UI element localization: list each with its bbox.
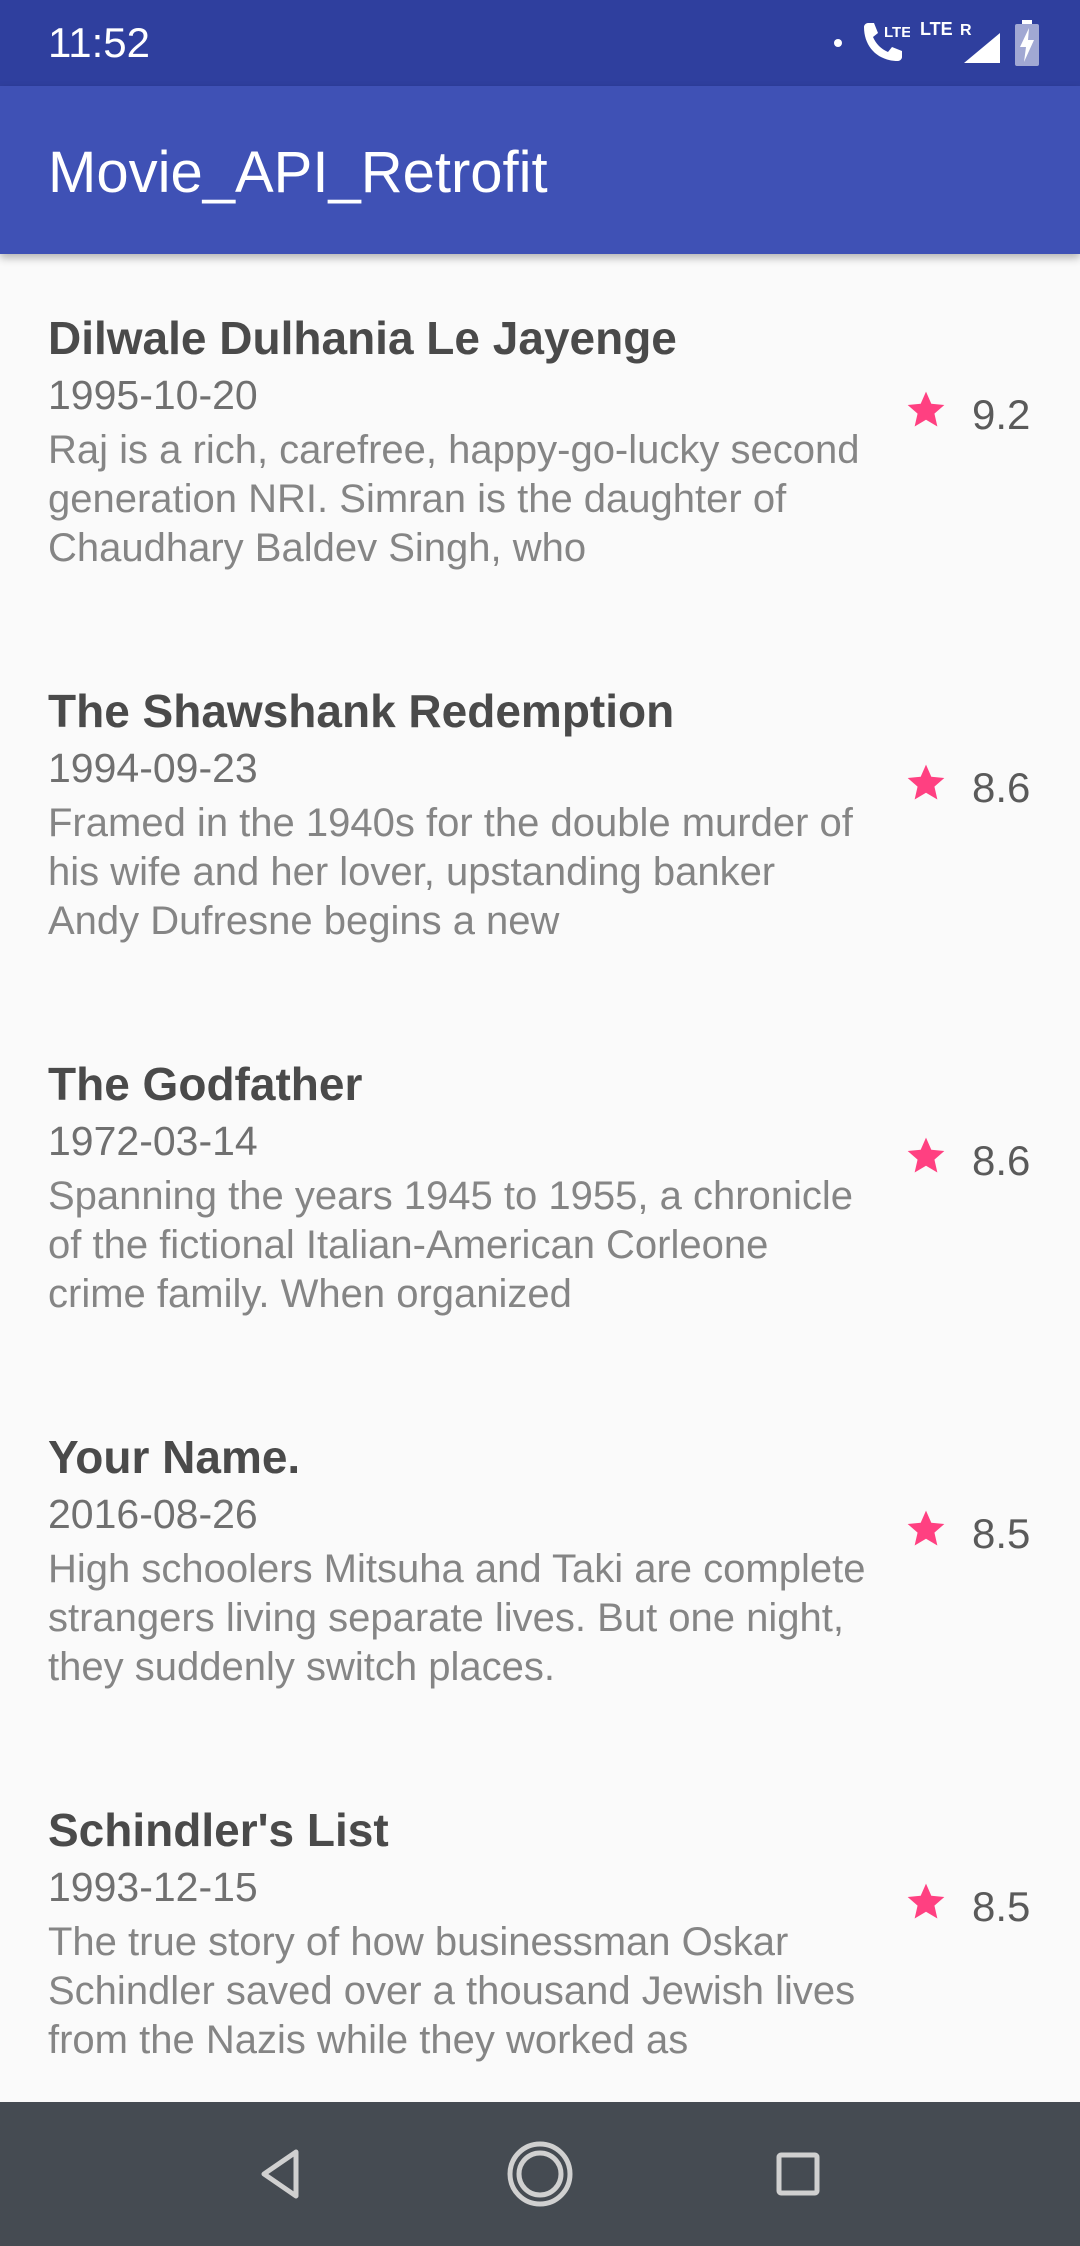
signal-icon: LTE R	[920, 19, 1000, 63]
movie-overview: Framed in the 1940s for the double murde…	[48, 801, 853, 943]
movie-release-date: 2016-08-26	[48, 1491, 258, 1537]
home-icon	[507, 2141, 573, 2207]
movie-title: The Shawshank Redemption	[48, 685, 675, 737]
star-icon	[907, 1883, 945, 1919]
movie-list-item[interactable]: Your Name. 2016-08-26 High schoolers Mit…	[0, 1373, 1080, 1746]
app-title: Movie_API_Retrofit	[48, 140, 548, 205]
movie-rating: 8.6	[972, 1137, 1031, 1184]
star-icon	[907, 1510, 945, 1546]
back-icon	[261, 2149, 299, 2199]
movie-title: Your Name.	[48, 1431, 301, 1483]
movie-rating: 8.5	[972, 1510, 1031, 1557]
app-bar: Movie_API_Retrofit	[0, 86, 1080, 254]
movie-title: Schindler's List	[48, 1804, 389, 1856]
movie-release-date: 1972-03-14	[48, 1118, 258, 1164]
movie-release-date: 1995-10-20	[48, 372, 258, 418]
movie-list[interactable]: Dilwale Dulhania Le Jayenge 1995-10-20 R…	[0, 254, 1080, 2102]
movie-overview: Raj is a rich, carefree, happy-go-lucky …	[48, 428, 860, 570]
star-icon	[907, 1137, 945, 1173]
status-time: 11:52	[48, 19, 150, 66]
battery-icon	[1015, 20, 1039, 66]
movie-title: Dilwale Dulhania Le Jayenge	[48, 312, 677, 364]
screen: 11:52 LTE LTE R Movie_API_Retrofit Dilwa…	[0, 0, 1080, 2246]
movie-overview: Spanning the years 1945 to 1955, a chron…	[48, 1174, 854, 1316]
movie-rating: 9.2	[972, 391, 1031, 438]
lte-label-1: LTE	[884, 24, 910, 41]
movie-rating: 8.6	[972, 764, 1031, 811]
movie-list-item[interactable]: The Godfather 1972-03-14 Spanning the ye…	[0, 1000, 1080, 1373]
star-icon	[907, 391, 945, 427]
navigation-bar	[0, 2102, 1080, 2246]
movie-release-date: 1993-12-15	[48, 1864, 258, 1910]
movie-release-date: 1994-09-23	[48, 745, 258, 791]
back-button[interactable]	[230, 2124, 330, 2224]
status-bar: 11:52 LTE LTE R	[0, 0, 1080, 86]
home-button[interactable]	[490, 2124, 590, 2224]
movie-rating: 8.5	[972, 1883, 1031, 1930]
movie-title: The Godfather	[48, 1058, 363, 1110]
recents-button[interactable]	[748, 2124, 848, 2224]
lte-label-2: LTE	[920, 19, 953, 39]
movie-list-item[interactable]: Schindler's List 1993-12-15 The true sto…	[0, 1746, 1080, 2102]
movie-overview: High schoolers Mitsuha and Taki are comp…	[48, 1547, 866, 1689]
dot-icon	[834, 39, 842, 47]
movie-list-item[interactable]: Dilwale Dulhania Le Jayenge 1995-10-20 R…	[0, 254, 1080, 627]
movie-list-item[interactable]: The Shawshank Redemption 1994-09-23 Fram…	[0, 627, 1080, 1000]
movie-overview: The true story of how businessman Oskar …	[48, 1920, 856, 2062]
roaming-label: R	[960, 22, 972, 39]
wifi-call-icon: LTE	[864, 23, 910, 61]
star-icon	[907, 764, 945, 800]
status-icons: LTE LTE R	[834, 18, 1040, 68]
recents-icon	[776, 2152, 820, 2196]
